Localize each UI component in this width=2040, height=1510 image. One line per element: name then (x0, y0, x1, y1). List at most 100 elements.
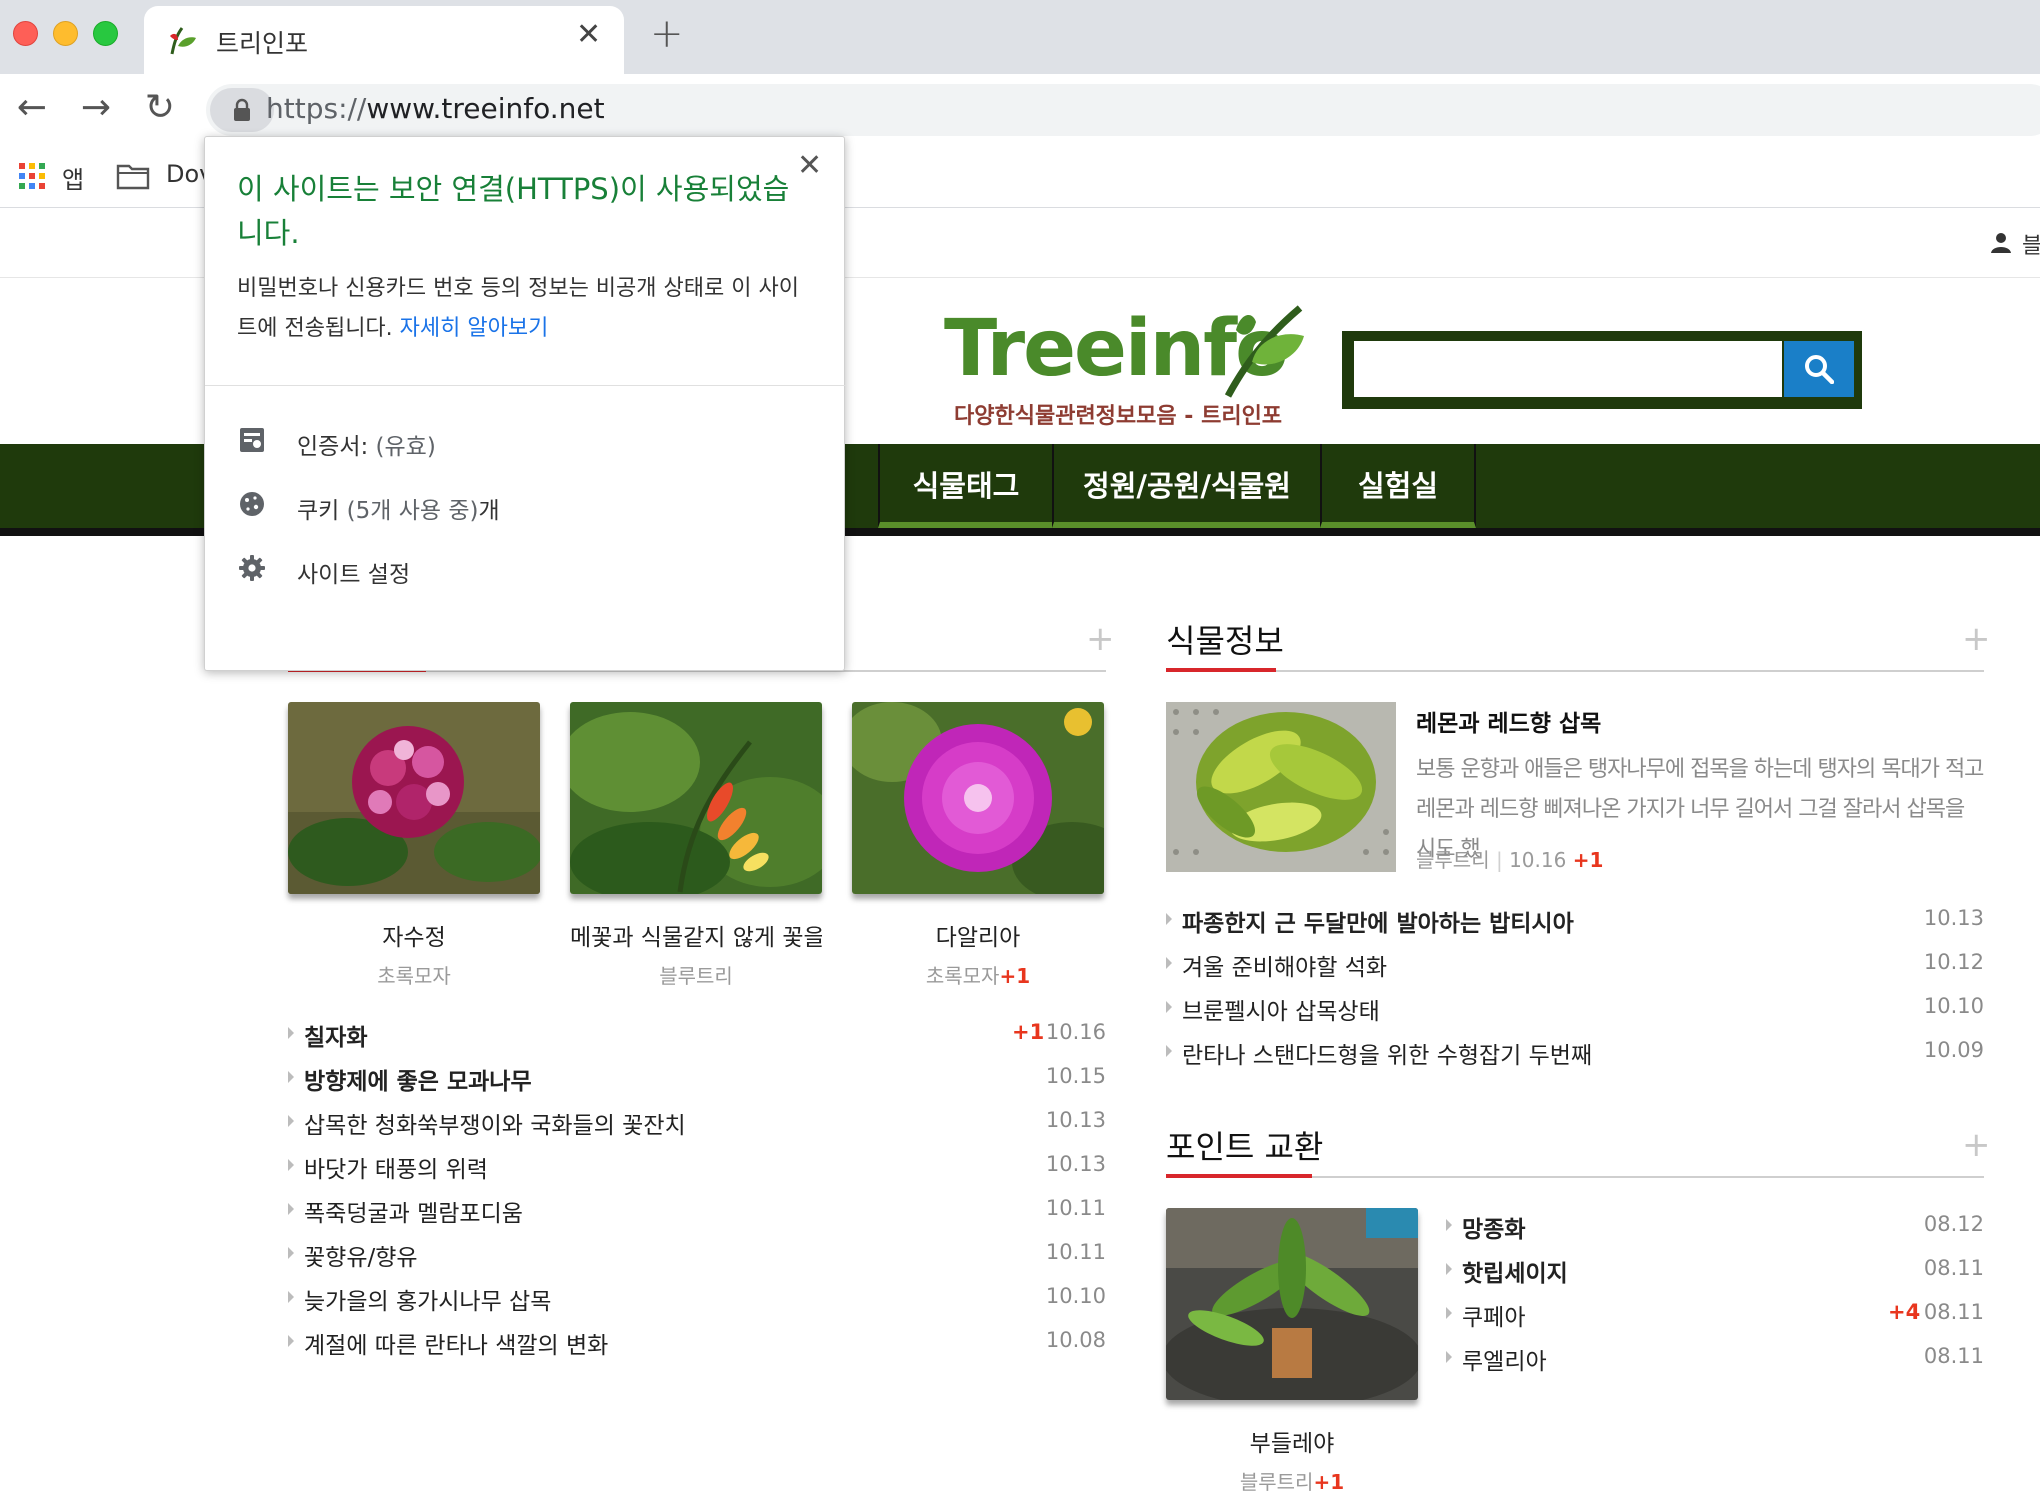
back-arrow-icon[interactable]: ← (12, 88, 52, 128)
list-item-title[interactable]: 파종한지 근 두달만에 발아하는 밥티시아 (1182, 904, 1574, 938)
thumb-caption[interactable]: 다알리아 (852, 918, 1104, 952)
forward-arrow-icon[interactable]: → (76, 88, 116, 128)
list-bullet-icon (288, 1027, 294, 1039)
list-item-title[interactable]: 폭죽덩굴과 멜람포디움 (304, 1194, 523, 1228)
list-item[interactable]: 늦가을의 홍가시나무 삽목 10.10 (288, 1282, 1106, 1326)
points-title[interactable]: 포인트 교환 (1166, 1122, 1323, 1168)
window-zoom-button[interactable] (93, 21, 118, 46)
thumb-caption[interactable]: 메꽃과 식물같지 않게 꽃을 피 (570, 918, 822, 952)
list-bullet-icon (288, 1335, 294, 1347)
learn-more-link[interactable]: 자세히 알아보기 (400, 316, 549, 341)
site-info-button[interactable] (210, 88, 274, 132)
tab-close-icon[interactable]: ✕ (576, 20, 601, 50)
list-item-title[interactable]: 방향제에 좋은 모과나무 (304, 1062, 532, 1096)
points-underline (1166, 1174, 1312, 1178)
list-item[interactable]: 브룬펠시아 삽목상태 10.10 (1166, 992, 1984, 1036)
list-item-date: 10.08 (1045, 1328, 1106, 1352)
featured-post-image[interactable] (1166, 702, 1396, 872)
search-button[interactable] (1784, 341, 1854, 397)
list-bullet-icon (288, 1159, 294, 1171)
thumb-image-morning-glory[interactable] (570, 702, 822, 894)
list-item-title[interactable]: 쿠페아 (1462, 1298, 1525, 1332)
list-item[interactable]: 겨울 준비해야할 석화 10.12 (1166, 948, 1984, 992)
user-menu-label[interactable]: 블 (2022, 228, 2040, 260)
plant-info-more-button[interactable]: + (1962, 622, 1991, 656)
folder-icon[interactable] (116, 162, 150, 190)
list-item-title[interactable]: 바닷가 태풍의 위력 (304, 1150, 488, 1184)
close-icon[interactable]: ✕ (797, 151, 822, 181)
list-bullet-icon (288, 1291, 294, 1303)
browser-tab-active[interactable]: 트리인포 ✕ (144, 6, 624, 74)
thumb-caption[interactable]: 부들레야 (1166, 1424, 1418, 1458)
list-item-title[interactable]: 겨울 준비해야할 석화 (1182, 948, 1387, 982)
window-close-button[interactable] (13, 21, 38, 46)
thumb-caption[interactable]: 자수정 (288, 918, 540, 952)
list-item[interactable]: 루엘리아 08.11 (1446, 1342, 1984, 1386)
tab-strip: 트리인포 ✕ + (0, 0, 2040, 74)
thumb-image-amethyst[interactable] (288, 702, 540, 894)
list-bullet-icon (1166, 1001, 1172, 1013)
bookmark-apps-label[interactable]: 앱 (62, 160, 84, 195)
list-item-date: 10.13 (1045, 1108, 1106, 1132)
list-item-date: 10.13 (1045, 1152, 1106, 1176)
apps-grid-icon[interactable] (18, 162, 46, 190)
reload-icon[interactable]: ↻ (140, 88, 180, 128)
nav-item-gardens[interactable]: 정원/공원/식물원 (1052, 444, 1320, 528)
lemon-cutting-photo (1166, 702, 1396, 872)
list-item[interactable]: 핫립세이지 08.11 (1446, 1254, 1984, 1298)
window-minimize-button[interactable] (53, 21, 78, 46)
list-item-title[interactable]: 늦가을의 홍가시나무 삽목 (304, 1282, 551, 1316)
list-item[interactable]: 란타나 스탠다드형을 위한 수형잡기 두번째 10.09 (1166, 1036, 1984, 1080)
list-item-title[interactable]: 핫립세이지 (1462, 1254, 1568, 1288)
list-item-title[interactable]: 망종화 (1462, 1210, 1525, 1244)
certificate-icon (240, 428, 264, 452)
list-item-title[interactable]: 칠자화 (304, 1018, 367, 1052)
certificate-label: 인증서: (유효) (297, 434, 436, 460)
certificate-row[interactable]: 인증서: (유효) (205, 407, 846, 473)
plant-info-divider (1166, 670, 1984, 672)
list-item-title[interactable]: 계절에 따른 란타나 색깔의 변화 (304, 1326, 608, 1360)
list-bullet-icon (288, 1071, 294, 1083)
new-tab-button[interactable]: + (650, 14, 684, 54)
points-thumb-image[interactable] (1166, 1208, 1418, 1400)
logo-leaf-icon (1224, 305, 1304, 398)
list-item[interactable]: 삽목한 청화쑥부쟁이와 국화들의 꽃잔치 10.13 (288, 1106, 1106, 1150)
list-item[interactable]: 파종한지 근 두달만에 발아하는 밥티시아 10.13 (1166, 904, 1984, 948)
list-item-title[interactable]: 루엘리아 (1462, 1342, 1547, 1376)
list-item[interactable]: 계절에 따른 란타나 색깔의 변화 10.08 (288, 1326, 1106, 1370)
list-item-date: 10.11 (1045, 1240, 1106, 1264)
list-item-date: 10.09 (1923, 1038, 1984, 1062)
user-icon[interactable] (1990, 232, 2012, 254)
list-item-title[interactable]: 삽목한 청화쑥부쟁이와 국화들의 꽃잔치 (304, 1106, 686, 1140)
featured-post-title[interactable]: 레몬과 레드향 삽목 (1416, 704, 1601, 738)
list-item[interactable]: 칠자화 +1 10.16 (288, 1018, 1106, 1062)
site-settings-row[interactable]: 사이트 설정 (205, 535, 846, 601)
site-search (1342, 331, 1862, 409)
left-section-more-button[interactable]: + (1086, 622, 1115, 656)
list-bullet-icon (288, 1203, 294, 1215)
points-more-button[interactable]: + (1962, 1128, 1991, 1162)
list-item-date: 08.11 (1923, 1300, 1984, 1324)
search-input[interactable] (1354, 341, 1782, 397)
cookies-row[interactable]: 쿠키 (5개 사용 중)개 (205, 471, 846, 537)
list-bullet-icon (1166, 957, 1172, 969)
buddleja-seedling-photo (1166, 1208, 1418, 1400)
list-item-title[interactable]: 꽃향유/향유 (304, 1238, 418, 1272)
list-item[interactable]: 바닷가 태풍의 위력 10.13 (288, 1150, 1106, 1194)
list-item-date: 10.10 (1923, 994, 1984, 1018)
list-bullet-icon (288, 1247, 294, 1259)
nav-item-plant-tags[interactable]: 식물태그 (878, 444, 1052, 528)
list-item[interactable]: 망종화 08.12 (1446, 1210, 1984, 1254)
list-item-title[interactable]: 브룬펠시아 삽목상태 (1182, 992, 1380, 1026)
list-bullet-icon (1446, 1307, 1452, 1319)
list-item[interactable]: 쿠페아 +4 08.11 (1446, 1298, 1984, 1342)
nav-item-lab[interactable]: 실험실 (1320, 444, 1476, 528)
thumb-author: 초록모자+1 (925, 964, 1031, 988)
list-item-title[interactable]: 란타나 스탠다드형을 위한 수형잡기 두번째 (1182, 1036, 1592, 1070)
list-bullet-icon (288, 1115, 294, 1127)
list-item[interactable]: 방향제에 좋은 모과나무 10.15 (288, 1062, 1106, 1106)
thumb-image-dahlia[interactable] (852, 702, 1104, 894)
list-item[interactable]: 꽃향유/향유 10.11 (288, 1238, 1106, 1282)
list-item[interactable]: 폭죽덩굴과 멜람포디움 10.11 (288, 1194, 1106, 1238)
plant-info-title[interactable]: 식물정보 (1166, 616, 1284, 662)
